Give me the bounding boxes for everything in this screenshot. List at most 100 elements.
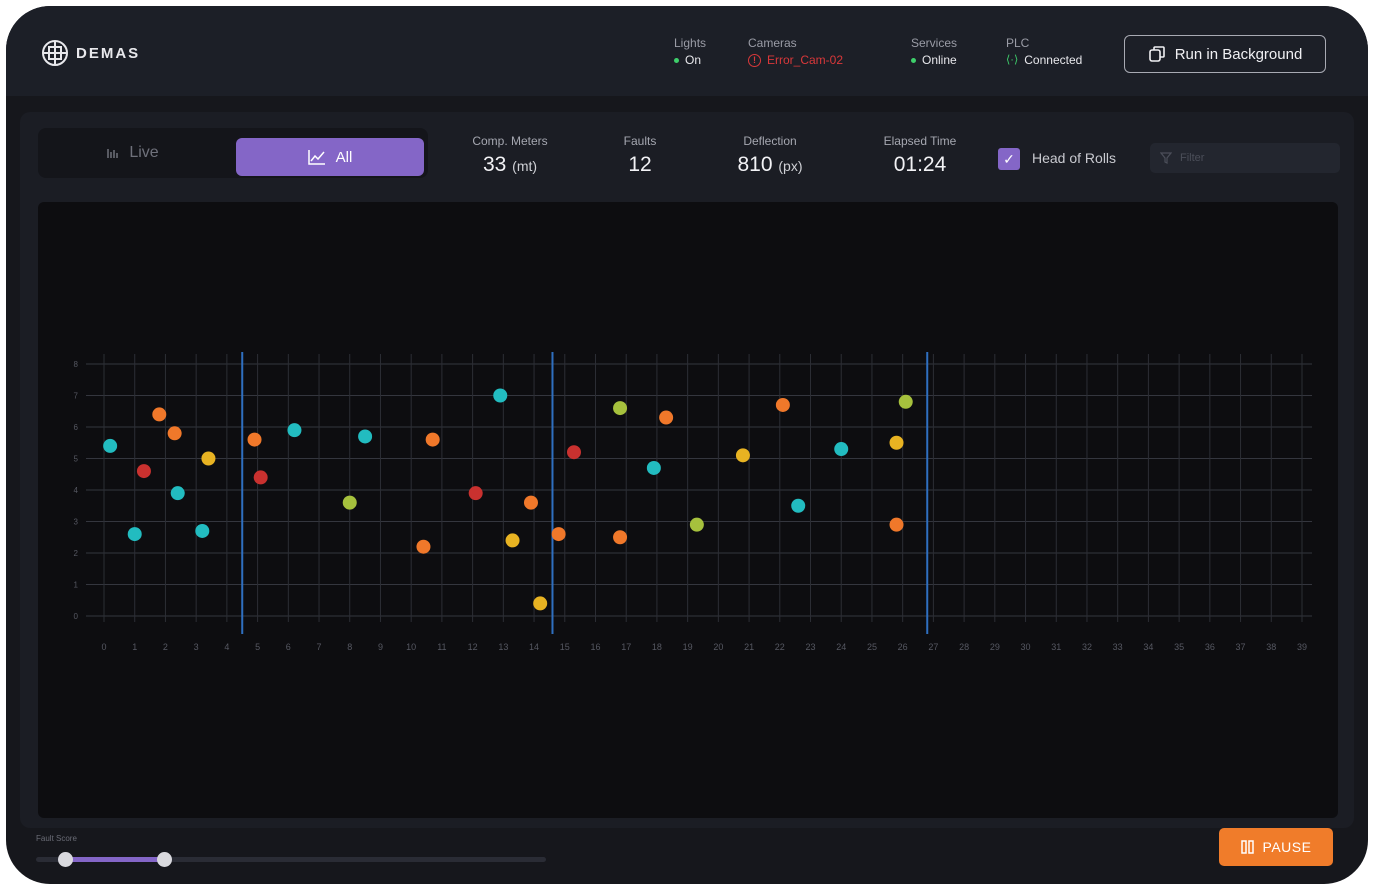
lights-status: Lights On [674,36,706,68]
x-tick-label: 0 [101,642,106,652]
deflection-value: 810 [737,153,773,176]
fault-point [613,401,628,416]
slider-min-handle[interactable] [58,852,73,867]
fault-point [136,464,151,479]
online-dot-icon [911,57,916,63]
live-chart-icon [107,149,119,158]
comp-meters-unit: (mt) [512,158,538,174]
fault-point [613,530,628,545]
deflection-unit: (px) [778,158,803,174]
fault-point [425,432,440,447]
fault-point [103,438,118,453]
fault-point [646,460,661,475]
x-tick-label: 4 [224,642,229,652]
plc-value: Connected [1024,53,1083,67]
fault-point [523,495,538,510]
filter-placeholder: Filter [1180,152,1205,164]
line-chart-icon [307,150,325,165]
fault-point [201,451,216,466]
x-tick-label: 3 [194,642,199,652]
fault-point [834,442,849,457]
fault-point [493,388,508,403]
fault-point [253,470,268,485]
fault-score-label: Fault Score [36,834,77,843]
fault-point [735,448,750,463]
deflection-metric: Deflection 810 (px) [710,134,830,177]
x-tick-label: 15 [560,642,570,652]
x-tick-label: 27 [928,642,938,652]
x-tick-label: 13 [498,642,508,652]
x-tick-label: 10 [406,642,416,652]
fault-point [170,486,185,501]
fault-point [468,486,483,501]
faults-metric: Faults 12 [600,134,680,177]
y-tick-label: 6 [74,423,79,432]
x-tick-label: 21 [744,642,754,652]
services-status: Services Online [911,36,957,68]
x-tick-label: 28 [959,642,969,652]
faults-value: 12 [628,153,652,176]
x-tick-label: 2 [163,642,168,652]
lights-value: On [685,53,702,67]
fault-point [287,423,302,438]
x-tick-label: 26 [898,642,908,652]
x-tick-label: 38 [1266,642,1276,652]
comp-meters-value: 33 [482,153,507,176]
cameras-value: Error_Cam-02 [767,53,844,67]
elapsed-time-label: Elapsed Time [883,134,957,148]
comp-meters-metric: Comp. Meters 33 (mt) [440,134,580,177]
x-tick-label: 31 [1051,642,1061,652]
fault-score-slider-range [66,857,166,862]
x-tick-label: 12 [468,642,478,652]
deflection-label: Deflection [743,134,797,148]
fault-point [195,523,210,538]
services-label: Services [911,36,958,50]
x-tick-label: 39 [1297,642,1307,652]
x-tick-label: 16 [590,642,600,652]
x-tick-label: 17 [621,642,631,652]
tab-all[interactable]: All [236,138,424,176]
x-tick-label: 34 [1143,642,1153,652]
x-tick-label: 24 [836,642,846,652]
fault-point [689,517,704,532]
y-tick-label: 5 [74,455,79,464]
x-tick-label: 37 [1236,642,1246,652]
y-tick-label: 8 [74,360,79,369]
run-in-background-label: Run in Background [1174,45,1303,63]
x-tick-label: 8 [347,642,352,652]
head-of-rolls-label: Head of Rolls [1032,150,1117,166]
tab-live[interactable]: Live [38,128,228,178]
x-tick-label: 1 [132,642,137,652]
filter-icon [1160,152,1172,164]
fault-point [416,539,431,554]
online-dot-icon [674,57,679,63]
head-of-rolls-checkbox[interactable]: ✓ [998,148,1020,170]
fault-point [551,527,566,542]
x-tick-label: 33 [1113,642,1123,652]
x-tick-label: 25 [867,642,877,652]
x-tick-label: 9 [378,642,383,652]
plc-label: PLC [1006,36,1030,50]
slider-max-handle[interactable] [157,852,172,867]
app-window: DEMAS Lights On Cameras ! Error_Cam-02 Se… [6,6,1368,884]
y-tick-label: 7 [74,392,79,401]
cameras-status[interactable]: Cameras ! Error_Cam-02 [748,36,843,68]
brand-logo: DEMAS [40,38,140,68]
comp-meters-label: Comp. Meters [472,134,548,148]
x-tick-label: 20 [713,642,723,652]
fault-point [152,407,167,422]
filter-input[interactable]: Filter [1150,143,1340,173]
fault-point [358,429,373,444]
cameras-label: Cameras [748,36,797,50]
x-tick-label: 35 [1174,642,1184,652]
main-panel: Live All Comp. Meters 33 (mt) Faults 12 … [20,112,1354,828]
elapsed-time-value: 01:24 [893,153,947,176]
pause-button[interactable]: PAUSE [1219,828,1333,866]
run-in-background-button[interactable]: Run in Background [1124,35,1326,73]
y-tick-label: 4 [74,486,79,495]
logo-mark-icon [42,40,68,66]
x-tick-label: 32 [1082,642,1092,652]
x-tick-label: 5 [255,642,260,652]
plc-status: PLC ⟨·⟩ Connected [1006,36,1082,68]
pause-label: PAUSE [1262,839,1312,855]
